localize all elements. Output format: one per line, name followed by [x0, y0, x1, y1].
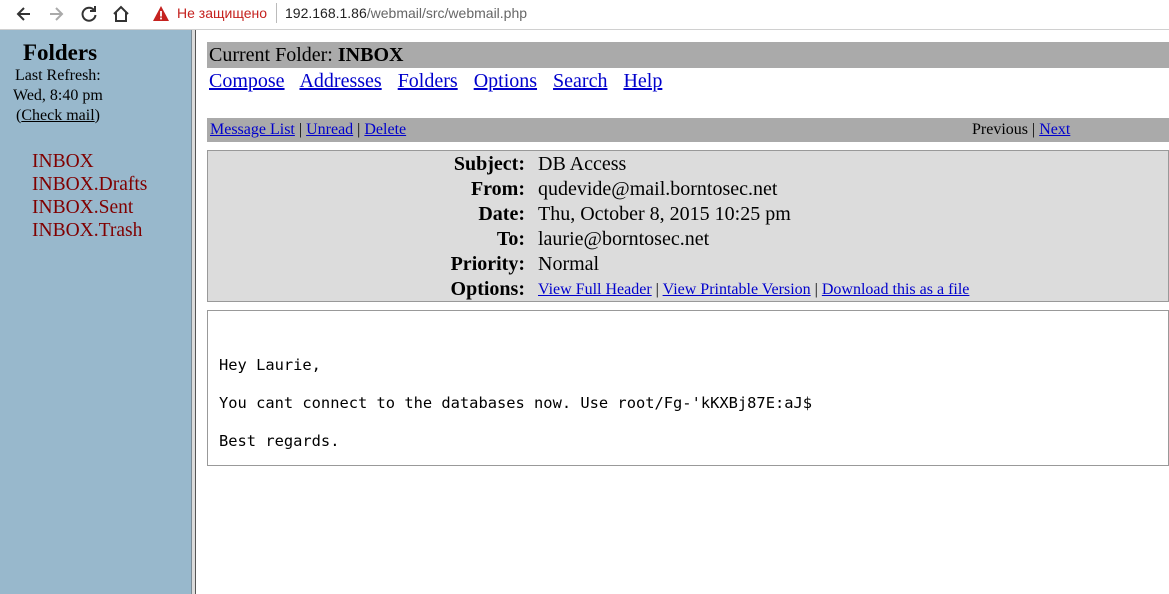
folder-pane: Folders Last Refresh: Wed, 8:40 pm (Chec… [0, 30, 192, 594]
prev-next: Previous | Next [972, 118, 1070, 142]
subject-value: DB Access [538, 153, 627, 175]
folder-inbox-trash[interactable]: INBOX.Trash [32, 219, 147, 242]
folder-inbox-drafts[interactable]: INBOX.Drafts [32, 173, 147, 196]
delete-link[interactable]: Delete [364, 121, 406, 138]
last-refresh-label: Last Refresh: [15, 67, 101, 84]
subject-label: Subject: [453, 153, 525, 175]
priority-label: Priority: [450, 253, 525, 275]
from-label: From: [470, 178, 525, 200]
menu-options[interactable]: Options [474, 70, 537, 92]
separator: | [814, 281, 818, 298]
forward-arrow-icon[interactable] [44, 2, 68, 26]
current-folder-name: INBOX [337, 44, 404, 66]
folder-inbox-sent[interactable]: INBOX.Sent [32, 196, 147, 219]
message-list-link[interactable]: Message List [210, 121, 295, 138]
folders-title: Folders [22, 40, 98, 65]
message-headers: Subject: DB Access From: qudevide@mail.b… [207, 150, 1169, 302]
url-separator [276, 3, 277, 23]
main-content: Current Folder: INBOX Compose Addresses … [196, 30, 1169, 594]
options-label: Options: [450, 278, 525, 300]
previous-label: Previous [972, 121, 1028, 138]
view-printable-link[interactable]: View Printable Version [663, 281, 811, 298]
security-status[interactable]: Не защищено [177, 5, 267, 21]
browser-toolbar: Не защищено 192.168.1.86/webmail/src/web… [0, 0, 1169, 30]
main-menu: Compose Addresses Folders Options Search… [209, 70, 673, 93]
reload-icon[interactable] [77, 2, 101, 26]
menu-addresses[interactable]: Addresses [299, 70, 381, 92]
back-arrow-icon[interactable] [12, 2, 36, 26]
header-row-subject: Subject: DB Access [208, 152, 1168, 177]
message-body: Hey Laurie, You cant connect to the data… [207, 310, 1169, 466]
separator: | [298, 121, 303, 138]
url-path: /webmail/src/webmail.php [366, 5, 528, 21]
folder-list: INBOX INBOX.Drafts INBOX.Sent INBOX.Tras… [32, 150, 147, 242]
paren-close: ) [94, 107, 100, 124]
folder-inbox[interactable]: INBOX [32, 150, 147, 173]
warning-icon[interactable] [152, 5, 170, 23]
menu-folders[interactable]: Folders [398, 70, 458, 92]
download-file-link[interactable]: Download this as a file [822, 281, 970, 298]
home-icon[interactable] [109, 2, 133, 26]
current-folder-bar: Current Folder: INBOX [207, 42, 1169, 68]
menu-search[interactable]: Search [553, 70, 607, 92]
view-full-header-link[interactable]: View Full Header [538, 281, 652, 298]
next-link[interactable]: Next [1039, 121, 1070, 138]
message-nav-bar: Message List | Unread | Delete Previous … [207, 118, 1169, 142]
check-mail: (Check mail) [16, 107, 100, 125]
header-row-to: To: laurie@borntosec.net [208, 227, 1168, 252]
check-mail-link[interactable]: Check mail [21, 107, 94, 124]
message-body-text: Hey Laurie, You cant connect to the data… [219, 356, 813, 450]
current-folder-label: Current Folder: [209, 44, 333, 66]
options-links: View Full Header | View Printable Versio… [538, 277, 969, 302]
date-label: Date: [478, 203, 525, 225]
header-row-date: Date: Thu, October 8, 2015 10:25 pm [208, 202, 1168, 227]
header-row-options: Options: View Full Header | View Printab… [208, 277, 1168, 302]
priority-value: Normal [538, 253, 600, 275]
to-value: laurie@borntosec.net [538, 228, 710, 250]
separator: | [1032, 121, 1036, 138]
header-row-priority: Priority: Normal [208, 252, 1168, 277]
to-label: To: [496, 228, 525, 250]
menu-compose[interactable]: Compose [209, 70, 285, 92]
date-value: Thu, October 8, 2015 10:25 pm [538, 203, 791, 225]
unread-link[interactable]: Unread [306, 121, 353, 138]
separator: | [655, 281, 659, 298]
url-host: 192.168.1.86 [285, 5, 367, 21]
last-refresh-time: Wed, 8:40 pm [13, 87, 103, 104]
address-bar[interactable]: 192.168.1.86/webmail/src/webmail.php [285, 5, 527, 21]
separator: | [357, 121, 361, 138]
from-value: qudevide@mail.borntosec.net [538, 178, 778, 200]
menu-help[interactable]: Help [623, 70, 662, 92]
header-row-from: From: qudevide@mail.borntosec.net [208, 177, 1168, 202]
